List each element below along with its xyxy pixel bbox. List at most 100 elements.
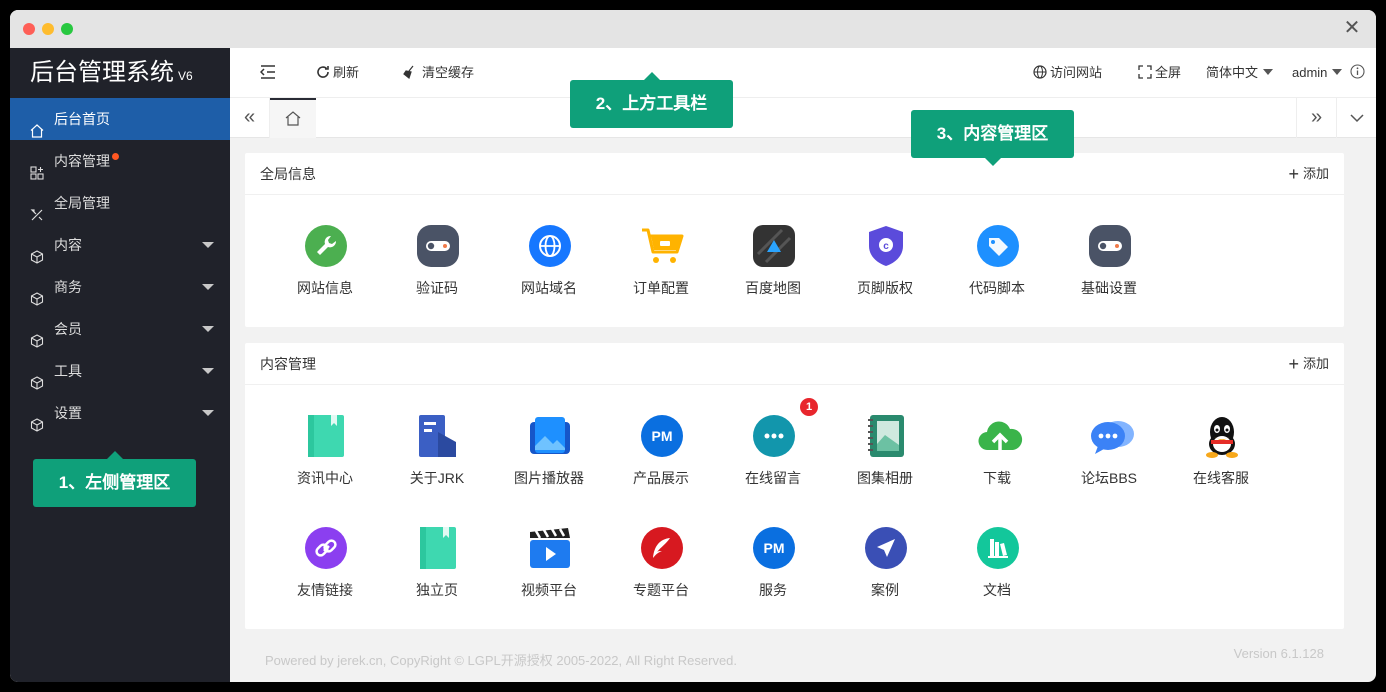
window-maximize-dot[interactable] (61, 23, 73, 35)
language-label: 简体中文 (1206, 65, 1259, 80)
tabs-scroll-left-button[interactable]: « (230, 98, 270, 138)
add-button[interactable]: + 添加 (1288, 343, 1329, 385)
callout-content-area: 3、内容管理区 (911, 110, 1074, 166)
refresh-button[interactable]: 刷新 (316, 48, 359, 98)
tile-label: 论坛BBS (1080, 470, 1137, 486)
book-icon (304, 414, 348, 458)
tools-icon (30, 196, 44, 221)
info-icon (1350, 64, 1365, 79)
album-icon (864, 414, 908, 458)
menu-fold-icon (259, 65, 275, 79)
tab-home[interactable] (270, 98, 316, 138)
user-name: admin (1292, 65, 1328, 80)
chevron-down-icon (1349, 114, 1364, 123)
shortcut-tile[interactable]: 图集相册 (829, 414, 941, 526)
apps-icon (30, 154, 44, 180)
footer-version: Version 6.1.128 (1233, 646, 1324, 661)
card-title: 全局信息 (260, 166, 316, 182)
tabs-scroll-right-button[interactable]: » (1296, 98, 1336, 138)
shortcut-tile[interactable]: 独立页 (381, 526, 493, 638)
shortcut-tile[interactable]: 专题平台 (605, 526, 717, 638)
notification-badge: 1 (800, 398, 818, 416)
plus-icon: + (1288, 164, 1299, 184)
sidebar-item[interactable]: 内容 (10, 224, 230, 266)
sidebar-item-label: 全局管理 (54, 195, 110, 211)
shortcut-tile[interactable]: 订单配置 (605, 224, 717, 336)
tile-label: 订单配置 (633, 280, 689, 296)
shortcut-tile[interactable]: 验证码 (381, 224, 493, 336)
sidebar-item-label: 工具 (54, 363, 82, 379)
shortcut-tile[interactable]: 下载 (941, 414, 1053, 526)
sidebar-item[interactable]: 全局管理 (10, 182, 230, 224)
app-logo: 后台管理系统 V6 (30, 58, 193, 88)
home-icon (30, 112, 44, 138)
shortcut-tile[interactable]: c 页脚版权 (829, 224, 941, 336)
shortcut-tile[interactable]: 在线客服 (1165, 414, 1277, 526)
gallery-icon (528, 414, 572, 458)
shortcut-tile[interactable]: 网站信息 (269, 224, 381, 336)
cart-icon (640, 224, 684, 268)
add-button[interactable]: + 添加 (1288, 153, 1329, 195)
shortcut-tile[interactable]: 资讯中心 (269, 414, 381, 526)
shortcut-tile[interactable]: 案例 (829, 526, 941, 638)
window-close-dot[interactable] (23, 23, 35, 35)
shortcut-tile[interactable]: 视频平台 (493, 526, 605, 638)
chevron-down-icon (202, 242, 214, 248)
logo-text: 后台管理系统 (30, 59, 174, 86)
visit-site-label: 访问网站 (1050, 65, 1103, 80)
sidebar-item-label: 商务 (54, 279, 82, 295)
info-button[interactable] (1350, 48, 1368, 98)
link-icon (304, 526, 348, 570)
fullscreen-button[interactable]: 全屏 (1138, 48, 1181, 98)
chevron-down-icon (1263, 69, 1274, 75)
book-icon (416, 526, 460, 570)
shortcut-tile[interactable]: 友情链接 (269, 526, 381, 638)
tile-label: 独立页 (416, 582, 458, 598)
cube-icon (30, 322, 44, 348)
shortcut-tile[interactable]: 1 在线留言 (717, 398, 829, 526)
close-icon[interactable]: ✕ (1342, 18, 1362, 38)
tile-label: 图集相册 (857, 470, 913, 486)
sidebar-item[interactable]: 工具 (10, 350, 230, 392)
sidebar-item[interactable]: 会员 (10, 308, 230, 350)
shortcut-tile[interactable]: 图片播放器 (493, 414, 605, 526)
refresh-icon (317, 66, 329, 78)
send-icon (864, 526, 908, 570)
language-dropdown[interactable]: 简体中文 (1206, 48, 1274, 98)
footer-copyright: Powered by jerek.cn, CopyRight © LGPL开源授… (265, 653, 738, 668)
pm-icon: PM (640, 414, 684, 458)
shortcut-tile[interactable]: 论坛BBS (1053, 414, 1165, 526)
shortcut-tile[interactable]: PM 产品展示 (605, 414, 717, 526)
map-icon (752, 224, 796, 268)
visit-site-button[interactable]: 访问网站 (1033, 48, 1102, 98)
tile-label: 页脚版权 (857, 280, 913, 296)
forum-icon (1088, 414, 1134, 458)
sidebar-item[interactable]: 商务 (10, 266, 230, 308)
fullscreen-label: 全屏 (1155, 65, 1182, 80)
shortcut-tile[interactable]: 网站域名 (493, 224, 605, 336)
sidebar-item-label: 会员 (54, 321, 82, 337)
video-icon (528, 526, 572, 570)
callout-left-panel: 1、左侧管理区 (33, 451, 196, 507)
tabs-menu-button[interactable] (1336, 98, 1376, 138)
app-window: ✕ 后台管理系统 V6 后台首页 内容管理全局管理内容商务会员工具设置 刷新 清空缓… (10, 10, 1376, 682)
shortcut-tile[interactable]: 百度地图 (717, 224, 829, 336)
shortcut-tile[interactable]: PM 服务 (717, 526, 829, 638)
tile-label: 图片播放器 (514, 470, 584, 486)
tile-label: 产品展示 (633, 470, 689, 486)
shortcut-tile[interactable]: 关于JRK (381, 414, 493, 526)
shortcut-tile[interactable]: 基础设置 (1053, 224, 1165, 336)
toggle-icon (416, 224, 460, 268)
collapse-sidebar-button[interactable] (259, 48, 279, 98)
sidebar-item[interactable]: 后台首页 (10, 98, 230, 140)
user-menu[interactable]: admin (1292, 48, 1343, 98)
shortcut-tile[interactable]: 文档 (941, 526, 1053, 638)
shortcut-tile[interactable]: 代码脚本 (941, 224, 1053, 336)
sidebar-item[interactable]: 设置 (10, 392, 230, 434)
tile-label: 验证码 (416, 280, 458, 296)
svg-text:c: c (883, 241, 889, 252)
sidebar-item[interactable]: 内容管理 (10, 140, 230, 182)
plus-icon: + (1288, 354, 1299, 374)
window-minimize-dot[interactable] (42, 23, 54, 35)
clear-cache-button[interactable]: 清空缓存 (403, 48, 474, 98)
